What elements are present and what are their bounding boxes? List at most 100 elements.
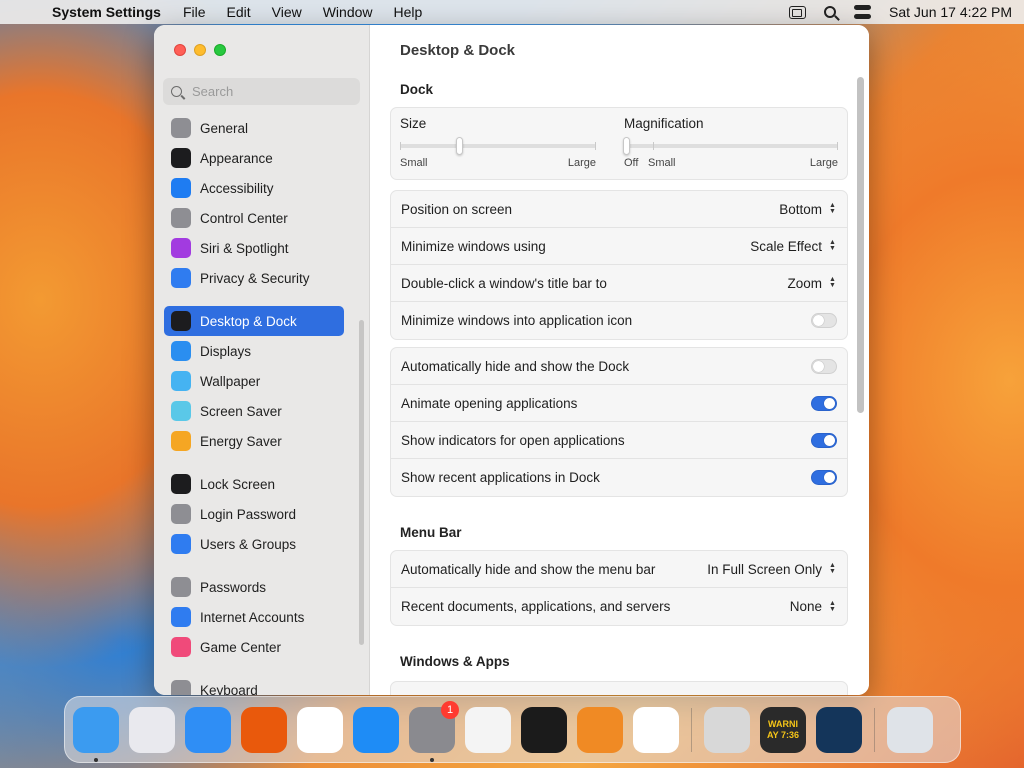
- chrome-icon[interactable]: [297, 706, 343, 753]
- sidebar-item-displays[interactable]: Displays: [164, 336, 344, 366]
- console-text: WARNI AY 7:36: [766, 718, 800, 740]
- sidebar-item-control-center[interactable]: Control Center: [164, 203, 344, 233]
- setting-row: Animate opening applications: [391, 385, 847, 422]
- toggle-switch[interactable]: [811, 432, 837, 448]
- dock-separator: [691, 707, 692, 752]
- sidebar-item-passwords[interactable]: Passwords: [164, 572, 344, 602]
- sidebar-search[interactable]: [163, 78, 360, 105]
- sidebar-item-label: Appearance: [200, 150, 273, 166]
- sidebar-scrollbar[interactable]: [359, 320, 364, 645]
- textedit-icon[interactable]: [465, 706, 511, 753]
- sidebar-item-label: Internet Accounts: [200, 609, 305, 625]
- menu-file[interactable]: File: [183, 4, 206, 20]
- app-menu[interactable]: System Settings: [52, 4, 161, 20]
- magnification-slider-thumb[interactable]: [623, 137, 630, 155]
- sidebar-item-label: Users & Groups: [200, 536, 297, 552]
- popup-button[interactable]: Scale Effect ▲ ▼: [750, 239, 837, 254]
- menu-view[interactable]: View: [272, 4, 302, 20]
- sidebar-item-label: Screen Saver: [200, 403, 282, 419]
- firefox-icon[interactable]: [241, 706, 287, 753]
- vscode-icon[interactable]: [633, 706, 679, 753]
- setting-row: Position on screen Bottom ▲ ▼: [391, 191, 847, 228]
- size-slider-thumb[interactable]: [455, 137, 463, 155]
- magnification-slider-block: Magnification Off Small Large: [623, 116, 838, 169]
- chevron-up-down-icon: ▲ ▼: [829, 276, 836, 289]
- toggle-switch[interactable]: [811, 313, 837, 328]
- search-input[interactable]: [192, 84, 352, 99]
- setting-row: Show recent applications in Dock: [391, 459, 847, 496]
- sidebar-item-siri-spotlight[interactable]: Siri & Spotlight: [164, 233, 344, 263]
- toggle-switch[interactable]: [811, 470, 837, 485]
- spotlight-search-icon[interactable]: [824, 6, 837, 18]
- screen-mirroring-icon[interactable]: [789, 5, 807, 19]
- sidebar-item-screen-saver[interactable]: Screen Saver: [164, 396, 344, 426]
- magnification-slider[interactable]: [623, 137, 838, 155]
- screen-saver-icon: [171, 401, 191, 421]
- chevron-up-down-icon: ▲ ▼: [829, 599, 836, 613]
- dock-separator: [874, 707, 875, 752]
- hand-icon: [171, 268, 191, 288]
- sidebar: General Appearance Accessibility Control Ce…: [154, 25, 370, 695]
- terminal-icon[interactable]: [521, 706, 567, 753]
- popup-button[interactable]: Bottom ▲ ▼: [779, 202, 837, 217]
- sidebar-item-login-password[interactable]: Login Password: [164, 499, 344, 529]
- sidebar-item-privacy-security[interactable]: Privacy & Security: [164, 263, 344, 293]
- game-center-icon: [171, 637, 191, 657]
- zoom-window-button[interactable]: [214, 44, 226, 56]
- users-icon: [171, 534, 191, 554]
- sidebar-item-lock-screen[interactable]: Lock Screen: [164, 469, 344, 499]
- sidebar-item-users-groups[interactable]: Users & Groups: [164, 529, 344, 559]
- sidebar-item-label: Login Password: [200, 506, 297, 522]
- popup-button[interactable]: None ▲ ▼: [790, 599, 837, 614]
- size-slider[interactable]: [400, 137, 596, 155]
- sidebar-item-label: Displays: [200, 343, 252, 359]
- toggle-switch[interactable]: [811, 358, 837, 374]
- menu-bar-group: Automatically hide and show the menu bar…: [390, 550, 848, 626]
- trash-icon[interactable]: [887, 706, 933, 753]
- section-heading-dock: Dock: [400, 82, 434, 97]
- size-min-label: Small: [400, 157, 428, 169]
- menu-clock[interactable]: Sat Jun 17 4:22 PM: [889, 4, 1012, 20]
- setting-label: Minimize windows into application icon: [401, 313, 633, 328]
- windows-apps-group: [390, 681, 848, 695]
- finder-icon[interactable]: [73, 706, 119, 762]
- gear-icon[interactable]: 1: [409, 700, 459, 762]
- control-center-icon[interactable]: [854, 5, 872, 19]
- search-icon: [171, 86, 182, 97]
- main-scrollbar[interactable]: [857, 77, 864, 413]
- setting-label: Position on screen: [401, 201, 513, 217]
- chevron-up-down-icon: ▲ ▼: [829, 202, 836, 215]
- chess-icon[interactable]: [704, 706, 750, 753]
- menu-help[interactable]: Help: [394, 4, 423, 20]
- sidebar-item-energy-saver[interactable]: Energy Saver: [164, 426, 344, 456]
- sidebar-item-game-center[interactable]: Game Center: [164, 632, 344, 662]
- app-store-icon[interactable]: [353, 706, 399, 753]
- at-icon: [171, 607, 191, 627]
- sidebar-item-keyboard[interactable]: Keyboard: [164, 675, 344, 695]
- sidebar-item-desktop-dock[interactable]: Desktop & Dock: [164, 306, 344, 336]
- popup-button[interactable]: Zoom ▲ ▼: [787, 276, 837, 291]
- setting-label: Recent documents, applications, and serv…: [401, 599, 671, 614]
- launchpad-icon[interactable]: [129, 706, 175, 753]
- minimize-window-button[interactable]: [194, 44, 206, 56]
- sidebar-item-internet-accounts[interactable]: Internet Accounts: [164, 602, 344, 632]
- guitar-icon[interactable]: [577, 706, 623, 753]
- sidebar-item-wallpaper[interactable]: Wallpaper: [164, 366, 344, 396]
- sidebar-item-label: General: [200, 120, 249, 136]
- popup-value: Bottom: [779, 201, 822, 217]
- lock-icon: [171, 504, 191, 524]
- steam-icon[interactable]: [816, 706, 862, 753]
- sidebar-item-general[interactable]: General: [164, 113, 344, 143]
- sidebar-item-appearance[interactable]: Appearance: [164, 143, 344, 173]
- menu-window[interactable]: Window: [323, 4, 373, 20]
- setting-label: Automatically hide and show the Dock: [401, 358, 630, 374]
- dock-size-group: Size Small Large Magnification Off Small…: [390, 107, 848, 180]
- console-icon[interactable]: WARNI AY 7:36: [760, 706, 806, 753]
- menu-edit[interactable]: Edit: [227, 4, 251, 20]
- sidebar-item-label: Energy Saver: [200, 433, 282, 449]
- popup-button[interactable]: In Full Screen Only ▲ ▼: [707, 562, 837, 577]
- close-window-button[interactable]: [174, 44, 186, 56]
- safari-icon[interactable]: [185, 706, 231, 753]
- toggle-switch[interactable]: [811, 395, 837, 411]
- sidebar-item-accessibility[interactable]: Accessibility: [164, 173, 344, 203]
